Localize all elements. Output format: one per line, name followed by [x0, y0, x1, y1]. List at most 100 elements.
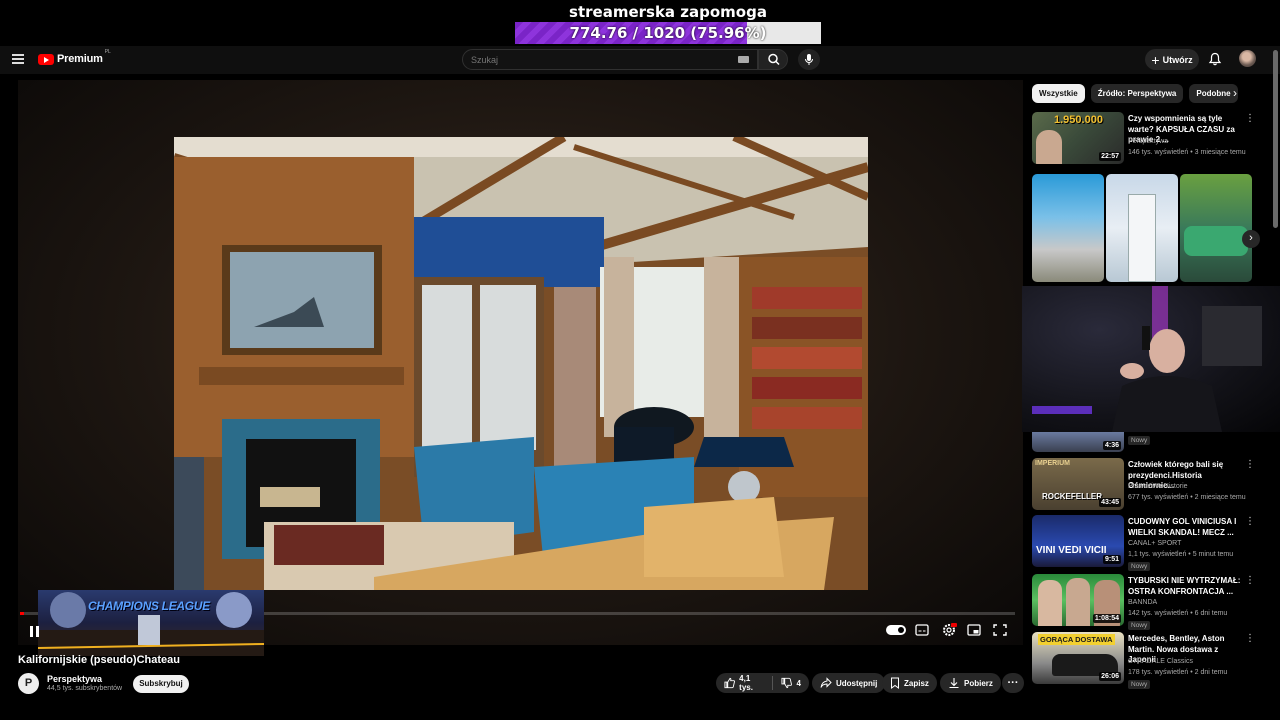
short-thumbnail[interactable]: [1106, 174, 1178, 282]
thumbnail-text: 1.950.000: [1054, 114, 1103, 126]
notifications-bell-icon[interactable]: [1208, 52, 1222, 66]
donation-progress-bar: 774.76 / 1020 (75.96%): [515, 22, 821, 44]
recommended-video[interactable]: IMPERIUM ROCKEFELLER 43:45 Człowiek któr…: [1032, 458, 1267, 512]
miniplayer-icon[interactable]: [967, 622, 981, 638]
chip-source[interactable]: Źródło: Perspektywa: [1090, 84, 1184, 103]
more-options-icon[interactable]: ⋮: [1245, 114, 1255, 124]
room-scene-image: [174, 137, 868, 590]
share-label: Udostępnij: [836, 678, 878, 688]
webcam-feed: [1032, 286, 1262, 432]
donation-overlay: streamerska zapomoga 774.76 / 1020 (75.9…: [0, 0, 1280, 46]
settings-gear-icon[interactable]: [941, 622, 957, 638]
chip-similar[interactable]: Podobne: [1189, 84, 1238, 103]
short-thumbnail[interactable]: [1180, 174, 1252, 282]
sidebar-scrollbar[interactable]: [1273, 50, 1278, 228]
thumbnail-text: GORĄCA DOSTAWA: [1038, 634, 1115, 645]
streamer-webcam: [1022, 286, 1280, 432]
short-thumbnail[interactable]: [1032, 174, 1104, 282]
dislike-icon[interactable]: [781, 677, 793, 689]
chevron-right-icon[interactable]: ›: [1233, 86, 1237, 100]
channel-name[interactable]: Perspektywa: [47, 674, 102, 684]
video-thumbnail[interactable]: VINI VEDI VICII 9:51: [1032, 515, 1124, 567]
recommended-video[interactable]: 1:08:54 TYBURSKI NIE WYTRZYMAŁ: OSTRA KO…: [1032, 574, 1267, 630]
fullscreen-icon[interactable]: [993, 622, 1007, 638]
video-duration: 26:06: [1099, 672, 1121, 681]
donation-title: streamerska zapomoga: [569, 3, 767, 21]
chevron-right-icon[interactable]: ›: [1242, 230, 1260, 248]
channel-name[interactable]: BANNDA: [1128, 598, 1258, 608]
thumbnail-text: IMPERIUM: [1035, 460, 1070, 467]
channel-name[interactable]: Prawdziwe Historie: [1128, 482, 1258, 492]
plus-icon: +: [1151, 51, 1160, 68]
channel-name[interactable]: Perspektywa: [1128, 137, 1258, 147]
menu-icon[interactable]: [12, 54, 24, 64]
new-badge: Nowy: [1128, 621, 1151, 630]
create-button[interactable]: + Utwórz: [1145, 49, 1199, 70]
video-meta: 677 tys. wyświetleń • 2 miesiące temu: [1128, 494, 1246, 501]
filter-chips: Wszystkie Źródło: Perspektywa Podobne: [1032, 84, 1238, 103]
more-options-icon[interactable]: ⋮: [1245, 517, 1255, 527]
subtitles-icon[interactable]: [915, 622, 929, 638]
more-options-icon[interactable]: ⋮: [1245, 460, 1255, 470]
video-duration: 22:57: [1099, 152, 1121, 161]
recommended-video[interactable]: GORĄCA DOSTAWA 26:06 Mercedes, Bentley, …: [1032, 632, 1267, 689]
share-button[interactable]: Udostępnij: [812, 673, 886, 693]
like-dislike-group: 4,1 tys. 4: [716, 673, 809, 693]
video-duration: 4:36: [1102, 441, 1121, 450]
video-duration: 43:45: [1099, 498, 1121, 507]
more-options-icon[interactable]: ⋮: [1245, 634, 1255, 644]
autoplay-toggle[interactable]: [886, 625, 906, 635]
video-thumbnail[interactable]: 1:08:54: [1032, 574, 1124, 626]
search-button[interactable]: [758, 49, 788, 70]
thumbnail-text: ROCKEFELLER: [1042, 492, 1102, 501]
channel-avatar[interactable]: P: [18, 673, 39, 694]
more-options-icon[interactable]: ⋮: [1245, 576, 1255, 586]
create-label: Utwórz: [1162, 54, 1193, 65]
bookmark-icon: [891, 677, 899, 689]
video-thumbnail[interactable]: 1.950.000 22:57: [1032, 112, 1124, 164]
youtube-premium-logo[interactable]: Premium PL: [38, 49, 111, 65]
video-duration: 9:51: [1102, 555, 1121, 564]
video-title[interactable]: CUDOWNY GOL VINICIUSA I WIELKI SKANDAL! …: [1128, 517, 1246, 538]
youtube-play-icon: [38, 53, 54, 65]
video-progress-fill: [20, 612, 24, 615]
recommended-video[interactable]: 1.950.000 22:57 Czy wspomnienia są tyle …: [1032, 112, 1267, 166]
new-badge: Nowy: [1128, 436, 1151, 445]
more-actions-button[interactable]: ···: [1002, 673, 1024, 693]
subscribe-button[interactable]: Subskrybuj: [133, 675, 189, 693]
keyboard-icon[interactable]: [738, 56, 749, 63]
dislike-count[interactable]: 4: [797, 679, 801, 688]
more-dots-icon: ···: [1007, 676, 1019, 689]
video-thumbnail[interactable]: 4:36: [1032, 432, 1124, 452]
like-icon[interactable]: [724, 677, 735, 689]
download-label: Pobierz: [964, 678, 993, 688]
search-input[interactable]: [463, 50, 723, 70]
like-count[interactable]: 4,1 tys.: [739, 674, 764, 692]
search-icon: [768, 53, 780, 66]
save-button[interactable]: Zapisz: [882, 673, 937, 693]
video-player[interactable]: [18, 80, 1023, 645]
video-title: Kalifornijskie (pseudo)Chateau: [18, 654, 180, 666]
pause-button[interactable]: [30, 624, 42, 637]
car-shape: [1184, 226, 1248, 256]
thumbnail-person: [1036, 130, 1062, 164]
recommended-video[interactable]: 4:36 Nowy: [1032, 432, 1267, 454]
download-icon: [949, 678, 959, 689]
video-meta: 1,1 tys. wyświetleń • 5 minut temu: [1128, 551, 1234, 558]
thumbnail-text: VINI VEDI VICII: [1036, 545, 1107, 556]
video-title[interactable]: TYBURSKI NIE WYTRZYMAŁ: OSTRA KONFRONTAC…: [1128, 576, 1246, 597]
chip-all[interactable]: Wszystkie: [1032, 84, 1085, 103]
user-avatar[interactable]: [1239, 50, 1256, 67]
divider: [772, 676, 774, 690]
channel-name[interactable]: CANAL+ SPORT: [1128, 539, 1258, 549]
video-thumbnail[interactable]: IMPERIUM ROCKEFELLER 43:45: [1032, 458, 1124, 510]
video-meta: 146 tys. wyświetleń • 3 miesiące temu: [1128, 149, 1246, 156]
channel-name[interactable]: STRADALE Classics: [1128, 657, 1258, 667]
voice-search-button[interactable]: [798, 49, 820, 70]
thumbnail-person: [1038, 580, 1062, 626]
video-thumbnail[interactable]: GORĄCA DOSTAWA 26:06: [1032, 632, 1124, 684]
video-frame: [174, 137, 868, 590]
download-button[interactable]: Pobierz: [940, 673, 1001, 693]
recommended-video[interactable]: VINI VEDI VICII 9:51 CUDOWNY GOL VINICIU…: [1032, 515, 1267, 571]
building-shape: [1128, 194, 1156, 282]
